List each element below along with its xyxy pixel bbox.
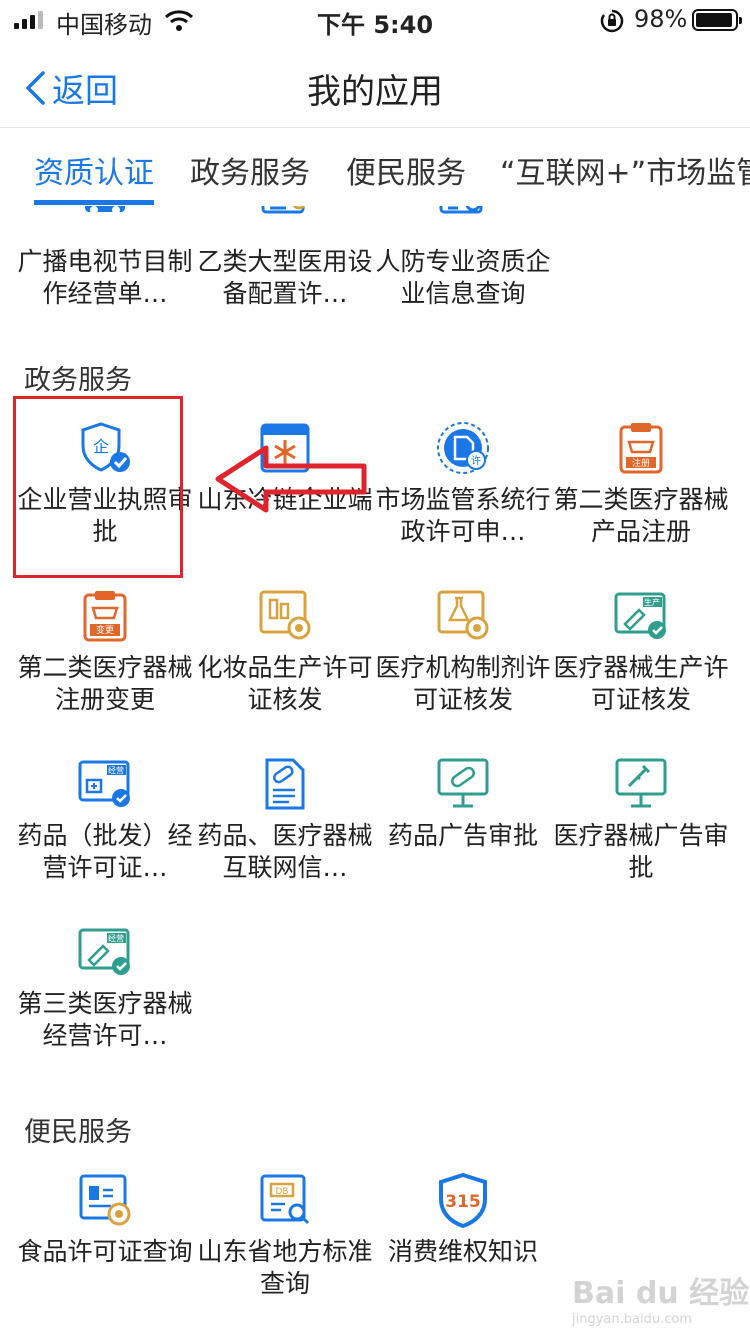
app-label: 药品广告审批 <box>387 821 538 850</box>
app-label: 化妆品生产许可证核发 <box>197 653 373 714</box>
app-grid: 广播电视节目制作经营单… 乙类大型医用设备配置许… 人防专业资质企业信息查询 政… <box>0 206 750 1334</box>
app-label: 人防专业资质企业信息查询 <box>375 247 551 308</box>
annotation-arrow-icon <box>215 445 367 513</box>
svg-text:315: 315 <box>445 1192 481 1212</box>
app-label: 医疗器械广告审批 <box>553 821 729 882</box>
watermark: Bai du 经验 jingyan.baidu.com <box>572 1276 750 1327</box>
svg-text:经营: 经营 <box>108 765 124 775</box>
permit-application-icon: 许 <box>437 422 489 474</box>
app-label: 第三类医疗器械经营许可… <box>17 989 193 1050</box>
active-tab-indicator <box>34 200 154 205</box>
svg-text:注册: 注册 <box>632 457 650 469</box>
app-label: 药品、医疗器械互联网信… <box>197 821 373 882</box>
broadcast-tv-icon <box>85 206 125 214</box>
section-title-government: 政务服务 <box>24 365 132 396</box>
tab-civil[interactable]: 便民服务 <box>346 148 466 192</box>
app-label: 药品（批发）经营许可证… <box>17 821 193 882</box>
app-label: 第二类医疗器械注册变更 <box>17 653 193 714</box>
app-label: 消费维权知识 <box>387 1237 538 1266</box>
tab-government[interactable]: 政务服务 <box>190 148 310 192</box>
category-tabs: 资质认证 政务服务 便民服务 “互联网+”市场监管 <box>0 128 750 206</box>
clipboard-register-icon: 注册 <box>619 423 663 474</box>
flask-certificate-icon <box>437 590 489 640</box>
section-title-civil: 便民服务 <box>24 1117 132 1148</box>
production-certificate-icon: 生产 <box>614 592 666 639</box>
status-bar: 中国移动 下午 5:40 98% <box>0 0 750 40</box>
app-label: 食品许可证查询 <box>17 1237 193 1266</box>
drug-ad-board-icon <box>437 758 489 808</box>
svg-text:变更: 变更 <box>96 624 114 636</box>
app-label: 医疗机构制剂许可证核发 <box>375 653 551 714</box>
cosmetics-certificate-icon <box>259 590 311 640</box>
search-document-icon <box>439 206 483 214</box>
tab-qualification[interactable]: 资质认证 <box>34 148 154 192</box>
rotation-lock-icon <box>600 9 624 33</box>
battery-icon <box>692 9 742 31</box>
page-title: 我的应用 <box>307 72 443 112</box>
drug-business-license-icon: 经营 <box>78 760 130 807</box>
battery-percent: 98% <box>634 5 688 33</box>
tab-internet-plus[interactable]: “互联网+”市场监管 <box>500 148 750 192</box>
app-label: 广播电视节目制作经营单… <box>17 247 193 308</box>
svg-text:生产: 生产 <box>644 597 660 607</box>
315-shield-icon: 315 <box>439 1172 487 1228</box>
svg-text:许: 许 <box>471 455 481 467</box>
syringe-board-icon <box>615 758 667 808</box>
app-label: 乙类大型医用设备配置许… <box>197 247 373 308</box>
clipboard-change-icon: 变更 <box>83 591 127 642</box>
app-label: 医疗器械生产许可证核发 <box>553 653 729 714</box>
business-certificate-icon: 经营 <box>78 928 130 975</box>
nav-bar: 返回 我的应用 <box>0 40 750 128</box>
svg-text:DB: DB <box>275 1187 288 1197</box>
highlight-box <box>13 396 183 578</box>
standard-search-icon: DB <box>260 1174 310 1225</box>
medical-device-permit-icon <box>261 206 306 214</box>
app-label: 市场监管系统行政许可申… <box>375 485 551 546</box>
app-label: 山东省地方标准查询 <box>197 1237 373 1298</box>
food-permit-icon <box>79 1174 131 1226</box>
app-label: 第二类医疗器械产品注册 <box>553 485 729 546</box>
capsule-document-icon <box>265 758 305 810</box>
svg-text:经营: 经营 <box>108 933 124 943</box>
